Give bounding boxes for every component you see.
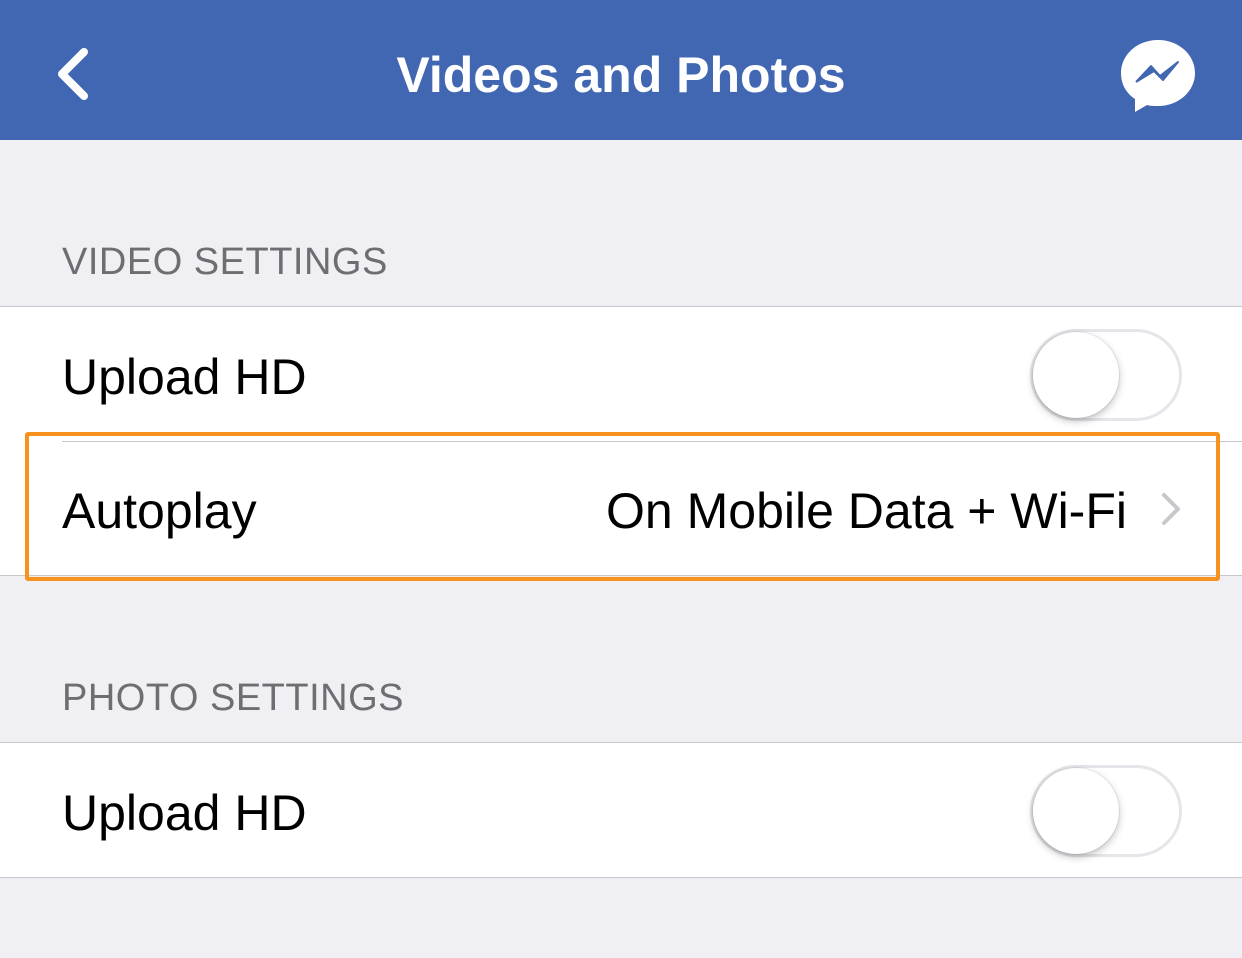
video-settings-group: Upload HD Autoplay On Mobile Data + Wi-F… [0,306,1242,576]
video-upload-hd-label: Upload HD [62,349,307,405]
toggle-knob [1033,332,1119,418]
autoplay-row[interactable]: Autoplay On Mobile Data + Wi-Fi [0,441,1242,575]
video-upload-hd-toggle[interactable] [1030,329,1182,421]
messenger-button[interactable] [1116,36,1200,116]
photo-upload-hd-label: Upload HD [62,785,307,841]
autoplay-label: Autoplay [62,483,257,539]
photo-settings-group: Upload HD [0,742,1242,878]
chevron-right-icon [1162,493,1180,525]
messenger-icon [1121,40,1195,112]
autoplay-value: On Mobile Data + Wi-Fi [606,483,1127,539]
video-settings-header: VIDEO SETTINGS [62,241,388,283]
photo-upload-hd-toggle[interactable] [1030,765,1182,857]
page-title: Videos and Photos [396,47,846,103]
video-upload-hd-row: Upload HD [0,307,1242,441]
toggle-knob [1033,768,1119,854]
photo-upload-hd-row: Upload HD [0,743,1242,877]
photo-settings-header: PHOTO SETTINGS [62,677,405,719]
navigation-bar: Videos and Photos [0,0,1242,140]
